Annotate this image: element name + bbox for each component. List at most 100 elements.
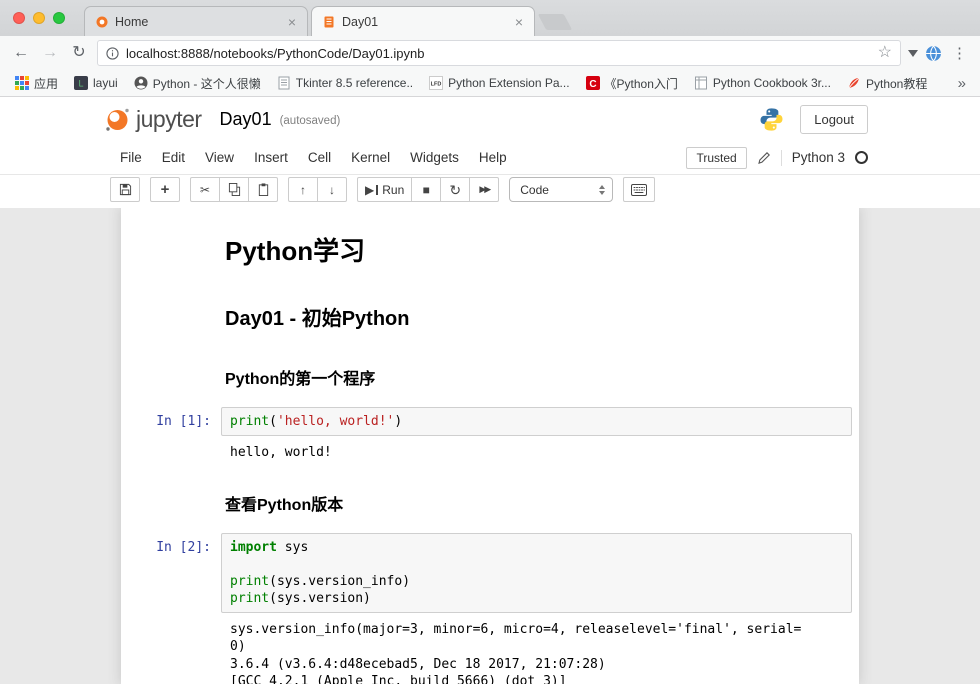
copy-cell-button[interactable] xyxy=(219,177,249,202)
markdown-cell[interactable]: Day01 - 初始Python xyxy=(121,281,859,344)
add-cell-button[interactable]: + xyxy=(150,177,180,202)
bookmark-label: layui xyxy=(93,76,118,90)
bookmark-item[interactable]: Python Cookbook 3r... xyxy=(687,74,838,92)
markdown-cell[interactable]: Python学习 xyxy=(121,216,859,281)
apps-grid-icon xyxy=(15,76,29,90)
save-button[interactable] xyxy=(110,177,140,202)
restart-kernel-button[interactable]: ↻ xyxy=(440,177,470,202)
new-tab-button[interactable] xyxy=(538,14,573,30)
plus-icon: + xyxy=(161,182,170,197)
menu-items: FileEditViewInsertCellKernelWidgetsHelp xyxy=(110,144,517,171)
jupyter-logo[interactable]: jupyter xyxy=(104,106,202,133)
trusted-button[interactable]: Trusted xyxy=(686,147,746,169)
bookmark-item[interactable]: LFDPython Extension Pa... xyxy=(422,74,576,92)
command-palette-button[interactable] xyxy=(623,177,655,202)
kernel-idle-icon xyxy=(855,151,868,164)
close-window-button[interactable] xyxy=(13,12,25,24)
interrupt-kernel-button[interactable]: ■ xyxy=(411,177,441,202)
step-bar-icon xyxy=(376,185,378,195)
markdown-cell[interactable]: Python的第一个程序 xyxy=(121,344,859,402)
menu-cell[interactable]: Cell xyxy=(298,144,341,171)
browser-tab[interactable]: Home × xyxy=(84,6,308,36)
bookmark-item[interactable]: 应用 xyxy=(8,73,65,94)
tab-strip: Home×Day01× xyxy=(0,0,980,36)
heading: 查看Python版本 xyxy=(225,491,854,515)
code-cell[interactable]: In [1]:print('hello, world!')hello, worl… xyxy=(121,402,859,470)
tab-close-icon[interactable]: × xyxy=(285,15,299,29)
bookmark-item[interactable]: Python - 这个人很懒 xyxy=(127,73,268,94)
move-cell-down-button[interactable]: ↓ xyxy=(317,177,347,202)
bookmark-label: 《Python入门 xyxy=(605,75,678,92)
bookmark-label: Python教程 xyxy=(866,75,927,92)
jupyter-logo-text: jupyter xyxy=(136,106,202,133)
restart-run-all-button[interactable]: ▶▶ xyxy=(469,177,499,202)
cell-type-select[interactable]: Code xyxy=(509,177,613,202)
tab-close-icon[interactable]: × xyxy=(512,15,526,29)
reload-button[interactable]: ↻ xyxy=(68,45,90,61)
bookmarks-overflow-icon[interactable]: » xyxy=(952,75,972,92)
back-button[interactable]: ← xyxy=(10,45,32,61)
bookmark-item[interactable]: C 《Python入门 xyxy=(579,73,685,94)
page-info-icon[interactable] xyxy=(106,47,119,60)
address-bar[interactable]: localhost:8888/notebooks/PythonCode/Day0… xyxy=(97,40,901,66)
run-cell-button[interactable]: ▶ Run xyxy=(357,177,412,202)
bookmark-item[interactable]: Llayui xyxy=(67,74,125,92)
browser-menu-icon[interactable]: ⋮ xyxy=(949,44,970,62)
code-input-area[interactable]: import sys print(sys.version_info)print(… xyxy=(221,533,852,613)
browser-tab[interactable]: Day01× xyxy=(311,6,535,36)
output-prompt xyxy=(126,440,221,465)
move-cell-up-button[interactable]: ↑ xyxy=(288,177,318,202)
downloads-arrow-icon[interactable] xyxy=(908,50,918,57)
output-prompt xyxy=(126,617,221,684)
menu-help[interactable]: Help xyxy=(469,144,517,171)
zoom-window-button[interactable] xyxy=(53,12,65,24)
tab-favicon-icon xyxy=(95,15,109,29)
tab-favicon-icon xyxy=(322,15,336,29)
menu-insert[interactable]: Insert xyxy=(244,144,298,171)
cut-cell-button[interactable]: ✂ xyxy=(190,177,220,202)
extension-globe-icon[interactable] xyxy=(925,45,942,62)
menu-kernel[interactable]: Kernel xyxy=(341,144,400,171)
person-icon xyxy=(134,76,148,90)
url-text[interactable]: localhost:8888/notebooks/PythonCode/Day0… xyxy=(126,46,871,61)
menu-edit[interactable]: Edit xyxy=(152,144,195,171)
paste-cell-button[interactable] xyxy=(248,177,278,202)
code-output-row: hello, world! xyxy=(126,436,854,465)
edit-mode-pencil-icon xyxy=(757,151,771,165)
tab-strip-tabs: Home×Day01× xyxy=(84,6,538,36)
notebook-title[interactable]: Day01 xyxy=(220,109,272,130)
bookmark-item[interactable]: Python教程 xyxy=(840,73,934,94)
menu-widgets[interactable]: Widgets xyxy=(400,144,469,171)
lfd-icon: LFD xyxy=(429,76,443,90)
stop-icon: ■ xyxy=(423,184,430,196)
checkpoint-status: (autosaved) xyxy=(280,115,341,127)
svg-text:C: C xyxy=(589,79,596,90)
menu-file[interactable]: File xyxy=(110,144,152,171)
scissors-icon: ✂ xyxy=(200,184,210,196)
doc-icon xyxy=(277,76,291,90)
tab-label: Home xyxy=(115,15,279,29)
markdown-content: Python的第一个程序 xyxy=(221,349,854,397)
python-logo-icon xyxy=(758,106,785,133)
cell-output: sys.version_info(major=3, minor=6, micro… xyxy=(221,617,801,684)
forward-button[interactable]: → xyxy=(39,45,61,61)
svg-text:L: L xyxy=(79,79,84,89)
layui-icon: L xyxy=(74,76,88,90)
bookmarks-bar: 应用LlayuiPython - 这个人很懒Tkinter 8.5 refere… xyxy=(0,70,980,97)
book-icon xyxy=(694,76,708,90)
bookmark-label: 应用 xyxy=(34,75,58,92)
jupyter-header: jupyter Day01 (autosaved) Logout xyxy=(0,97,980,141)
logout-button[interactable]: Logout xyxy=(800,105,868,134)
heading: Day01 - 初始Python xyxy=(225,302,854,331)
notebook-container: Python学习 Day01 - 初始Python Python的第一个程序 In [… xyxy=(121,208,859,684)
notebook-scroll-area[interactable]: Python学习 Day01 - 初始Python Python的第一个程序 In [… xyxy=(0,208,980,684)
minimize-window-button[interactable] xyxy=(33,12,45,24)
markdown-cell[interactable]: 查看Python版本 xyxy=(121,470,859,528)
code-cell[interactable]: In [2]:import sys print(sys.version_info… xyxy=(121,528,859,684)
menu-view[interactable]: View xyxy=(195,144,244,171)
bookmark-star-icon[interactable]: ☆ xyxy=(878,45,892,61)
cell-output: hello, world! xyxy=(221,440,332,465)
browser-window: Home×Day01× ← → ↻ localhost:8888/noteboo… xyxy=(0,0,980,684)
code-input-area[interactable]: print('hello, world!') xyxy=(221,407,852,436)
bookmark-item[interactable]: Tkinter 8.5 reference.. xyxy=(270,74,420,92)
